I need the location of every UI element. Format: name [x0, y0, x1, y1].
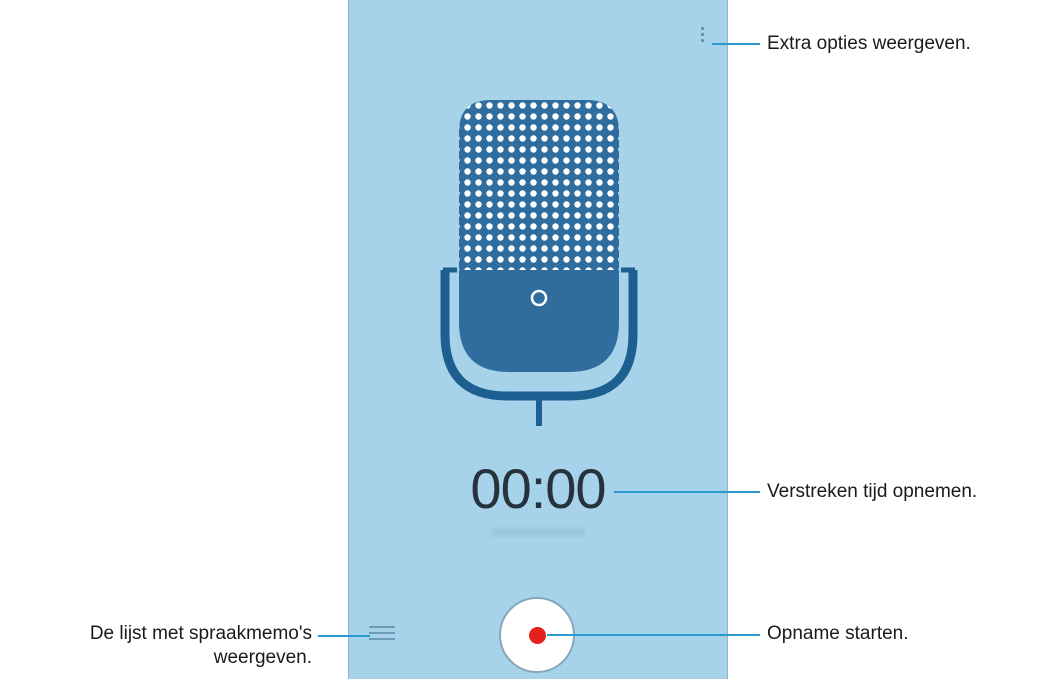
recording-quality-label [491, 528, 585, 537]
callout-list: De lijst met spraakmemo's weergeven. [90, 622, 312, 670]
list-icon[interactable] [369, 626, 395, 646]
callout-line-options [712, 43, 760, 45]
callout-record: Opname starten. [767, 623, 909, 644]
record-icon [529, 627, 546, 644]
callout-elapsed: Verstreken tijd opnemen. [767, 481, 978, 502]
callout-line-list [318, 635, 370, 637]
callout-line-record [547, 634, 760, 636]
callout-list-line2: weergeven. [213, 647, 312, 668]
elapsed-time: 00:00 [470, 457, 606, 520]
microphone-icon [440, 100, 638, 426]
callout-list-line1: De lijst met spraakmemo's [89, 623, 312, 644]
voice-recorder-screen: 00:00 [348, 0, 728, 679]
callout-options: Extra opties weergeven. [767, 33, 971, 54]
more-options-icon[interactable] [695, 24, 709, 58]
callout-line-elapsed [614, 491, 760, 493]
